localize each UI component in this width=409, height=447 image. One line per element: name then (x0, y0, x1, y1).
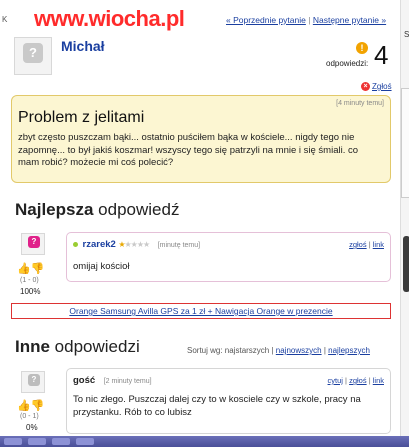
asker-avatar[interactable]: ? (14, 37, 52, 75)
question-nav: « Poprzednie pytanie | Następne pytanie … (226, 15, 386, 25)
best-answer-user[interactable]: rzarek2 (83, 239, 116, 250)
question-box: [4 minuty temu] Problem z jelitami zbyt … (11, 95, 391, 183)
report-answer-link[interactable]: zgłoś (349, 240, 367, 249)
answer-box: gość [2 minuty temu] cytuj | zgłoś | lin… (66, 368, 391, 434)
promo-link[interactable]: Orange Samsung Avilla GPS za 1 zł + Nawi… (69, 306, 332, 316)
vote-buttons: 👍👎 (17, 399, 44, 412)
answers-count-label: odpowiedzi: (326, 59, 369, 68)
thumb-down-icon[interactable]: 👎 (31, 263, 45, 275)
answer-user: gość (73, 375, 96, 386)
taskbar (0, 436, 409, 447)
nav-separator: | (308, 15, 311, 25)
answer-permalink[interactable]: link (373, 376, 384, 385)
best-answer-votes: (1 - 0) (20, 277, 39, 284)
question-body: zbyt często puszczam bąki... ostatnio pu… (18, 132, 359, 168)
question-title: Problem z jelitami (18, 109, 145, 126)
thumb-up-icon[interactable]: 👍 (17, 263, 31, 275)
best-answer-box: rzarek2 ★★★★★ [minutę temu] zgłoś | link… (66, 232, 391, 282)
answers-info-icon: ! (356, 42, 368, 54)
default-avatar-icon: ? (23, 43, 43, 63)
taskbar-button[interactable] (4, 438, 22, 445)
category-label: K (2, 15, 8, 24)
prev-question-link[interactable]: « Poprzednie pytanie (226, 15, 306, 25)
best-answer-heading: Najlepsza odpowiedź (15, 200, 179, 220)
answer-votes: (0 - 1) (20, 413, 39, 420)
user-rating-stars: ★★★★★ (118, 240, 150, 249)
best-answer-avatar[interactable]: ? (21, 233, 45, 255)
report-question-link[interactable]: Zgłoś (372, 82, 392, 91)
taskbar-button[interactable] (28, 438, 46, 445)
answer-text: To nic złego. Puszczaj dalej czy to w ko… (73, 394, 361, 418)
quote-answer-link[interactable]: cytuj (328, 376, 343, 385)
best-answer-heading-bold: Najlepsza (15, 200, 94, 219)
online-status-icon (73, 242, 78, 248)
answer-links: cytuj | zgłoś | link (327, 376, 384, 385)
asker-name[interactable]: Michał (61, 38, 105, 54)
best-answer-heading-rest: odpowiedź (93, 200, 180, 219)
other-answers-heading-bold: Inne (15, 337, 50, 356)
answer-time: [2 minuty temu] (103, 378, 152, 385)
best-answer-links: zgłoś | link (349, 240, 384, 249)
other-answers-heading-rest: odpowiedzi (49, 337, 140, 356)
best-answer-text: omijaj kościoł (73, 261, 130, 272)
thumb-down-icon[interactable]: 👎 (31, 400, 45, 412)
promo-banner: Orange Samsung Avilla GPS za 1 zł + Nawi… (11, 303, 391, 319)
sort-newest-link[interactable]: najnowszych (276, 346, 322, 355)
report-answer-link[interactable]: zgłoś (349, 376, 367, 385)
answer-permalink[interactable]: link (373, 240, 384, 249)
sort-best-link[interactable]: najlepszych (328, 346, 370, 355)
guest-avatar-icon: ? (28, 374, 40, 386)
right-sidebar: S (400, 0, 409, 447)
answer-avatar[interactable]: ? (21, 371, 45, 393)
best-answer-header: rzarek2 ★★★★★ [minutę temu] (73, 239, 200, 250)
taskbar-button[interactable] (52, 438, 70, 445)
vote-buttons: 👍👎 (17, 262, 44, 275)
watermark: www.wiocha.pl (34, 6, 185, 31)
best-answer-percent: 100% (20, 287, 41, 296)
thumb-up-icon[interactable]: 👍 (17, 400, 31, 412)
taskbar-button[interactable] (76, 438, 94, 445)
sidebar-panel (401, 88, 409, 198)
best-answer-time: [minutę temu] (157, 242, 201, 249)
report-icon[interactable]: × (361, 82, 370, 91)
other-answers-heading: Inne odpowiedzi (15, 337, 140, 357)
user-avatar-icon: ? (28, 236, 40, 248)
sidebar-letter: S (404, 30, 409, 39)
answers-count: 4 (374, 40, 389, 70)
sidebar-dark-widget (403, 236, 409, 292)
question-time: [4 minuty temu] (336, 100, 384, 107)
next-question-link[interactable]: Następne pytanie » (313, 15, 386, 25)
sort-controls: Sortuj wg: najstarszych | najnowszych | … (187, 346, 370, 355)
answer-header: gość [2 minuty temu] (73, 375, 152, 386)
answer-percent: 0% (26, 423, 38, 432)
sort-label: Sortuj wg: najstarszych (187, 346, 270, 355)
